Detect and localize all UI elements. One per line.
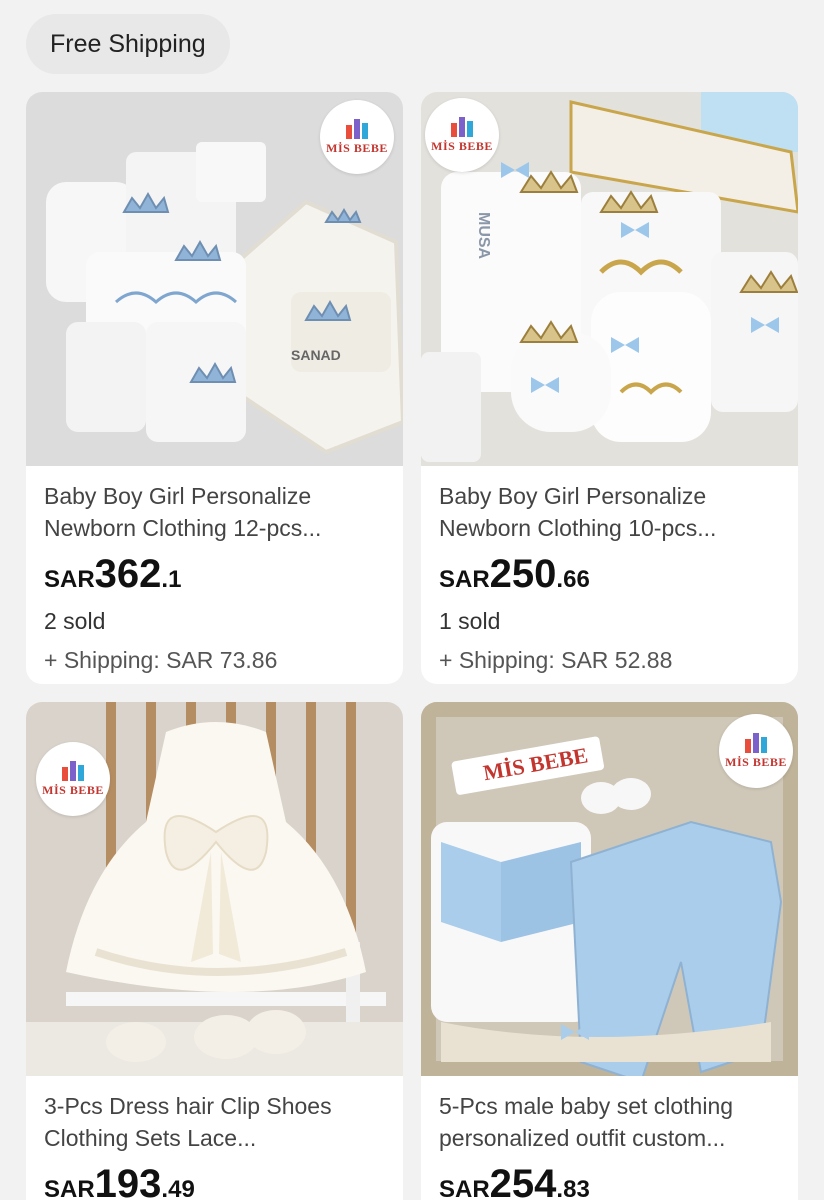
- product-title[interactable]: 3-Pcs Dress hair Clip Shoes Clothing Set…: [44, 1090, 385, 1154]
- sold-count: 2 sold: [44, 608, 106, 634]
- shipping-cost: + Shipping: SAR 73.86: [44, 647, 278, 673]
- free-shipping-label: Free Shipping: [50, 29, 206, 58]
- brand-logo: MİS BEBE: [425, 98, 499, 172]
- product-title[interactable]: 5-Pcs male baby set clothing personalize…: [439, 1090, 780, 1154]
- free-shipping-chip[interactable]: Free Shipping: [26, 14, 230, 74]
- brand-logo: MİS BEBE: [36, 742, 110, 816]
- image-name-label: MUSA: [475, 212, 492, 260]
- product-card[interactable]: MİS BEBE 3-Pcs Dress hair Clip Shoes Clo…: [26, 702, 403, 1200]
- product-price: SAR 362.1: [44, 552, 182, 596]
- image-name-label: SANAD: [291, 347, 341, 363]
- product-card[interactable]: MUSA MİS BEBE Baby Boy Girl Personalize …: [421, 92, 798, 684]
- product-image[interactable]: MUSA MİS BEBE: [421, 92, 798, 466]
- product-card[interactable]: SANAD MİS BEBE Baby Boy Girl Personalize…: [26, 92, 403, 684]
- sold-count: 1 sold: [439, 608, 501, 634]
- filter-bar: Free Shipping: [0, 0, 824, 92]
- product-title[interactable]: Baby Boy Girl Personalize Newborn Clothi…: [439, 480, 780, 544]
- product-price: SAR 250.66: [439, 552, 590, 596]
- brand-logo: MİS BEBE: [719, 714, 793, 788]
- product-image[interactable]: MİS BEBE: [26, 702, 403, 1076]
- product-title[interactable]: Baby Boy Girl Personalize Newborn Clothi…: [44, 480, 385, 544]
- product-image[interactable]: MİS BEBE MİS BEBE: [421, 702, 798, 1076]
- product-price: SAR 193.49: [44, 1162, 195, 1200]
- product-price: SAR 254.83: [439, 1162, 590, 1200]
- shipping-cost: + Shipping: SAR 52.88: [439, 647, 673, 673]
- product-image[interactable]: SANAD MİS BEBE: [26, 92, 403, 466]
- brand-logo: MİS BEBE: [320, 100, 394, 174]
- product-card[interactable]: MİS BEBE MİS BEBE 5-Pcs male baby set cl…: [421, 702, 798, 1200]
